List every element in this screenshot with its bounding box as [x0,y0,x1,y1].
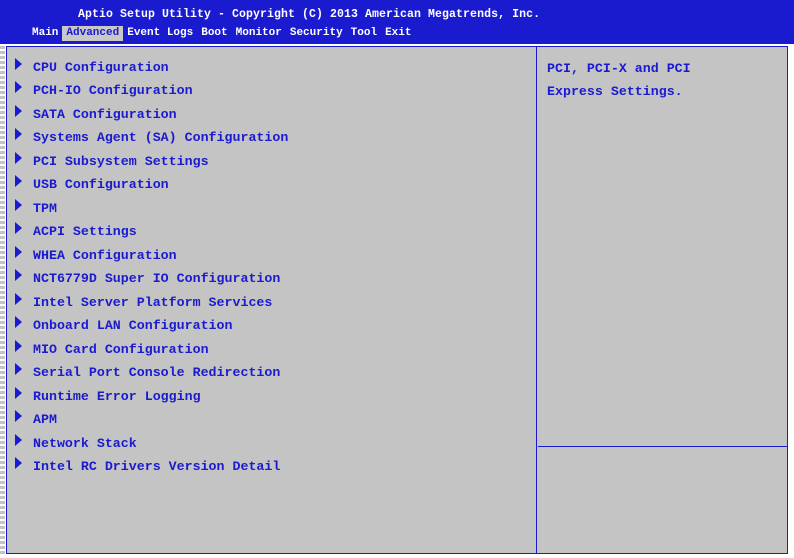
item-label: Onboard LAN Configuration [33,317,233,333]
item-label: APM [33,411,57,427]
submenu-arrow-icon [15,434,22,446]
submenu-arrow-icon [15,58,22,70]
tab-advanced[interactable]: Advanced [62,26,124,41]
item-label: NCT6779D Super IO Configuration [33,270,281,286]
item-label: PCH-IO Configuration [33,82,193,98]
tab-tool[interactable]: Tool [347,26,381,41]
menu-item-super-io-configuration[interactable]: NCT6779D Super IO Configuration [15,268,280,288]
menu-item-rc-drivers-version-detail[interactable]: Intel RC Drivers Version Detail [15,456,280,476]
submenu-arrow-icon [15,152,22,164]
tab-security[interactable]: Security [286,26,347,41]
submenu-arrow-icon [15,457,22,469]
menu-item-sata-configuration[interactable]: SATA Configuration [15,104,177,124]
submenu-arrow-icon [15,246,22,258]
submenu-arrow-icon [15,105,22,117]
menu-item-systems-agent-configuration[interactable]: Systems Agent (SA) Configuration [15,127,288,147]
key-legend-panel [538,447,787,553]
menu-item-acpi-settings[interactable]: ACPI Settings [15,221,137,241]
submenu-arrow-icon [15,175,22,187]
item-label: Serial Port Console Redirection [33,364,281,380]
submenu-arrow-icon [15,128,22,140]
top-menu: Main Advanced Event Logs Boot Monitor Se… [28,26,415,42]
menu-item-pci-subsystem-settings[interactable]: PCI Subsystem Settings [15,151,209,171]
submenu-arrow-icon [15,340,22,352]
submenu-arrow-icon [15,387,22,399]
help-text-line: PCI, PCI-X and PCI [547,61,691,76]
menu-item-server-platform-services[interactable]: Intel Server Platform Services [15,292,272,312]
main-panel: CPU Configuration PCH-IO Configuration S… [6,46,788,554]
item-label: USB Configuration [33,176,169,192]
menu-item-tpm[interactable]: TPM [15,198,57,218]
left-edge-divider [0,46,5,556]
submenu-arrow-icon [15,410,22,422]
menu-item-mio-card-configuration[interactable]: MIO Card Configuration [15,339,209,359]
item-label: Systems Agent (SA) Configuration [33,129,289,145]
item-label: Intel Server Platform Services [33,294,273,310]
menu-item-onboard-lan-configuration[interactable]: Onboard LAN Configuration [15,315,233,335]
header-bar: Aptio Setup Utility - Copyright (C) 2013… [0,0,794,44]
item-label: Intel RC Drivers Version Detail [33,458,281,474]
submenu-arrow-icon [15,199,22,211]
menu-item-network-stack[interactable]: Network Stack [15,433,137,453]
menu-item-usb-configuration[interactable]: USB Configuration [15,174,169,194]
item-label: PCI Subsystem Settings [33,153,209,169]
item-label: Network Stack [33,435,137,451]
submenu-arrow-icon [15,363,22,375]
submenu-arrow-icon [15,222,22,234]
help-text-line: Express Settings. [547,84,683,99]
submenu-arrow-icon [15,269,22,281]
item-label: TPM [33,200,57,216]
item-label: ACPI Settings [33,223,137,239]
utility-title: Aptio Setup Utility - Copyright (C) 2013… [78,8,541,21]
item-label: WHEA Configuration [33,247,177,263]
item-label: CPU Configuration [33,59,169,75]
tab-boot[interactable]: Boot [197,26,231,41]
menu-item-serial-port-console-redirection[interactable]: Serial Port Console Redirection [15,362,280,382]
item-label: SATA Configuration [33,106,177,122]
submenu-arrow-icon [15,293,22,305]
submenu-arrow-icon [15,316,22,328]
tab-monitor[interactable]: Monitor [232,26,286,41]
tab-event-logs[interactable]: Event Logs [123,26,197,41]
menu-item-cpu-configuration[interactable]: CPU Configuration [15,57,169,77]
item-label: MIO Card Configuration [33,341,209,357]
submenu-arrow-icon [15,81,22,93]
menu-item-pch-io-configuration[interactable]: PCH-IO Configuration [15,80,193,100]
tab-exit[interactable]: Exit [381,26,415,41]
help-panel: PCI, PCI-X and PCI Express Settings. [538,47,787,447]
tab-main[interactable]: Main [28,26,62,41]
menu-item-runtime-error-logging[interactable]: Runtime Error Logging [15,386,201,406]
menu-item-whea-configuration[interactable]: WHEA Configuration [15,245,177,265]
menu-item-apm[interactable]: APM [15,409,57,429]
item-label: Runtime Error Logging [33,388,201,404]
settings-list: CPU Configuration PCH-IO Configuration S… [7,47,537,553]
